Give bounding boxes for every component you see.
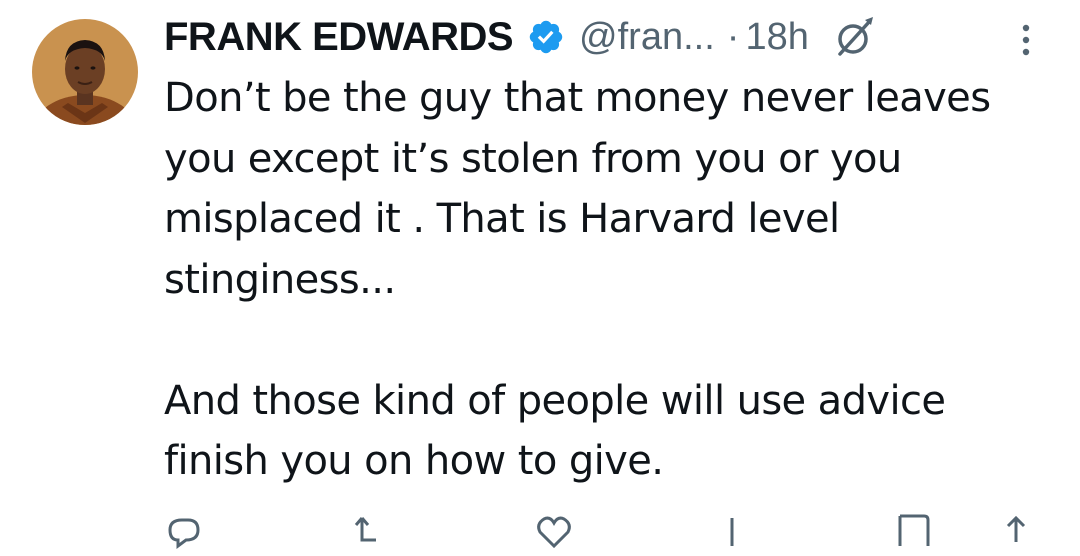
- avatar[interactable]: [32, 19, 138, 125]
- tweet-actions: [164, 512, 1044, 552]
- timestamp[interactable]: 18h: [745, 16, 808, 59]
- more-options-icon[interactable]: [1011, 20, 1041, 60]
- tweet-text: Don’t be the guy that money never leaves…: [164, 75, 991, 484]
- edited-indicator-icon[interactable]: [831, 14, 877, 60]
- share-icon[interactable]: [996, 512, 1036, 552]
- author-name[interactable]: FRANK EDWARDS: [164, 15, 514, 60]
- avatar-image: [32, 19, 138, 125]
- separator-dot: ·: [726, 15, 740, 58]
- repost-icon[interactable]: [352, 512, 392, 552]
- views-icon[interactable]: [712, 512, 752, 552]
- bookmark-icon[interactable]: [894, 512, 934, 552]
- author-handle[interactable]: @fran...: [579, 16, 715, 59]
- reply-icon[interactable]: [164, 512, 204, 552]
- verified-badge-icon[interactable]: [527, 18, 565, 56]
- tweet-header: FRANK EDWARDS @fran... · 18h: [164, 8, 877, 66]
- like-icon[interactable]: [534, 512, 574, 552]
